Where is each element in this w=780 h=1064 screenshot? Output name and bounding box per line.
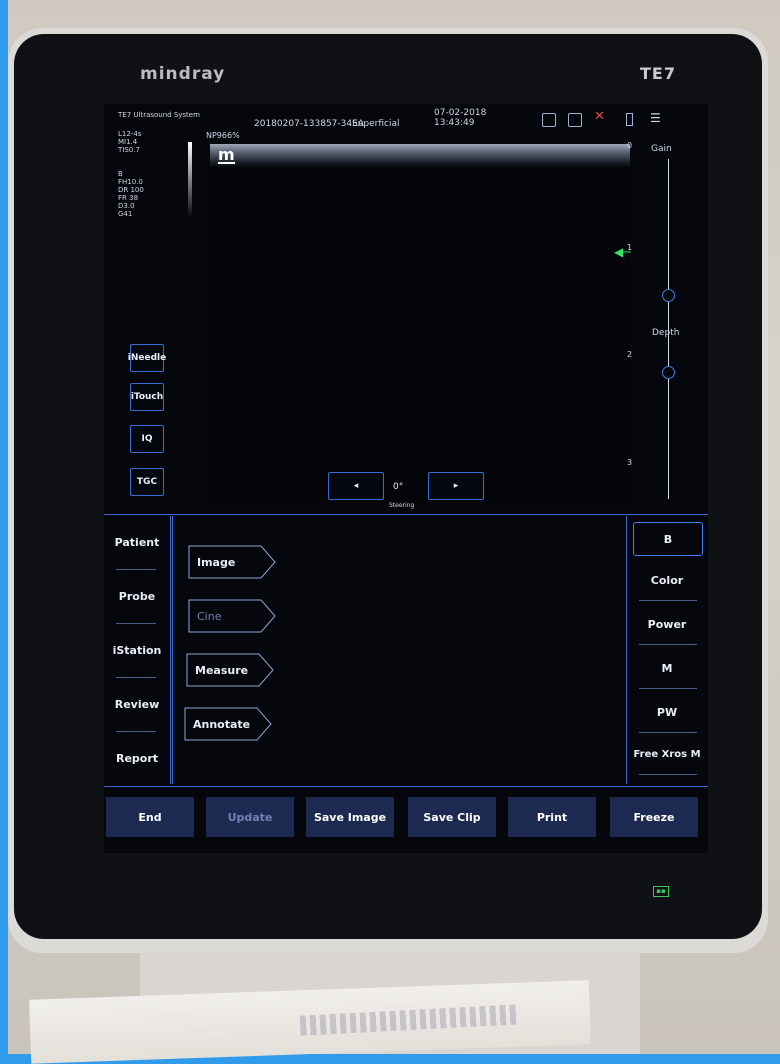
tab-label: Annotate bbox=[193, 717, 251, 731]
menu-item-patient[interactable]: Patient bbox=[104, 516, 170, 568]
status-led: ▪▪ bbox=[653, 886, 669, 897]
probe-params: L12-4s MI1.4 TIS0.7 bbox=[118, 130, 142, 154]
tab-annotate[interactable]: Annotate bbox=[183, 706, 275, 742]
depth-tick-2: 2 bbox=[627, 350, 633, 359]
tab-cine[interactable]: Cine bbox=[187, 598, 279, 634]
iq-button[interactable]: IQ bbox=[130, 425, 164, 453]
mode-separator bbox=[639, 774, 697, 775]
preset-name: Superficial bbox=[352, 119, 400, 129]
mode-separator bbox=[639, 600, 697, 601]
menu-item-review[interactable]: Review bbox=[104, 678, 170, 730]
display-icon[interactable] bbox=[568, 113, 582, 127]
menu-icon[interactable]: ☰ bbox=[650, 111, 661, 125]
ineedle-button[interactable]: iNeedle bbox=[128, 344, 166, 372]
end-button[interactable]: End bbox=[106, 797, 194, 837]
model-label: TE7 bbox=[640, 64, 676, 83]
mode-pw[interactable]: PW bbox=[633, 696, 701, 728]
save-clip-button[interactable]: Save Clip bbox=[408, 797, 496, 837]
tab-label: Image bbox=[197, 555, 236, 569]
tissue-band bbox=[210, 144, 630, 168]
depth-label: Depth bbox=[652, 328, 680, 338]
ultrasound-image[interactable] bbox=[210, 144, 630, 504]
freeze-button[interactable]: Freeze bbox=[610, 797, 698, 837]
system-title: TE7 Ultrasound System bbox=[118, 111, 200, 119]
tab-image[interactable]: Image bbox=[187, 544, 279, 580]
tab-measure[interactable]: Measure bbox=[185, 652, 277, 688]
update-button[interactable]: Update bbox=[206, 797, 294, 837]
mode-m[interactable]: M bbox=[633, 652, 701, 684]
save-image-button[interactable]: Save Image bbox=[306, 797, 394, 837]
menu-item-report[interactable]: Report bbox=[104, 732, 170, 784]
left-menu: Patient Probe iStation Review Report bbox=[104, 516, 171, 784]
steer-right-button[interactable]: ▸ bbox=[428, 472, 484, 500]
mode-free-xros-m[interactable]: Free Xros M bbox=[633, 738, 701, 770]
mode-separator bbox=[639, 644, 697, 645]
menu-item-probe[interactable]: Probe bbox=[104, 570, 170, 622]
depth-tick-0: 0 bbox=[627, 141, 633, 150]
itouch-button[interactable]: iTouch bbox=[130, 383, 164, 411]
mode-power[interactable]: Power bbox=[633, 608, 701, 640]
menu-item-istation[interactable]: iStation bbox=[104, 624, 170, 676]
mindray-m-logo: m bbox=[218, 145, 235, 164]
mode-menu: B Color Power M PW Free Xros M bbox=[626, 516, 709, 784]
probe-icon[interactable] bbox=[542, 113, 556, 127]
tab-panel: Image Cine Measure Annotate bbox=[172, 516, 625, 784]
np-label: NP966% bbox=[206, 131, 240, 140]
steering-value: 0° bbox=[393, 482, 404, 492]
mode-separator bbox=[639, 688, 697, 689]
depth-knob[interactable] bbox=[662, 365, 675, 379]
steering-label: Steering bbox=[389, 502, 415, 509]
mode-b[interactable]: B bbox=[633, 522, 703, 556]
focus-marker-icon[interactable]: ◀─ bbox=[614, 245, 630, 259]
print-button[interactable]: Print bbox=[508, 797, 596, 837]
mode-color[interactable]: Color bbox=[633, 564, 701, 596]
tab-label: Measure bbox=[195, 663, 249, 677]
grayscale-bar bbox=[188, 142, 192, 220]
gain-knob[interactable] bbox=[662, 289, 675, 302]
panel-divider bbox=[104, 514, 708, 515]
depth-tick-3: 3 bbox=[627, 458, 633, 467]
wifi-off-icon[interactable]: ✕ bbox=[594, 109, 605, 124]
battery-icon bbox=[626, 113, 633, 126]
tgc-button[interactable]: TGC bbox=[130, 468, 164, 496]
touch-screen: TE7 Ultrasound System 20180207-133857-34… bbox=[104, 104, 709, 853]
gain-label: Gain bbox=[651, 144, 672, 154]
exam-id: 20180207-133857-34EA bbox=[254, 119, 364, 129]
exam-time: 13:43:49 bbox=[434, 118, 475, 128]
brand-logo: mindray bbox=[140, 64, 226, 84]
bottom-bar: End Update Save Image Save Clip Print Fr… bbox=[104, 786, 708, 853]
exam-date: 07-02-2018 bbox=[434, 108, 487, 118]
header-bar: TE7 Ultrasound System 20180207-133857-34… bbox=[104, 104, 708, 144]
steer-left-button[interactable]: ◂ bbox=[328, 472, 384, 500]
imaging-params: B FH10.0 DR 100 FR 38 D3.0 G41 bbox=[118, 170, 144, 218]
mode-separator bbox=[639, 732, 697, 733]
tab-label: Cine bbox=[197, 609, 222, 623]
